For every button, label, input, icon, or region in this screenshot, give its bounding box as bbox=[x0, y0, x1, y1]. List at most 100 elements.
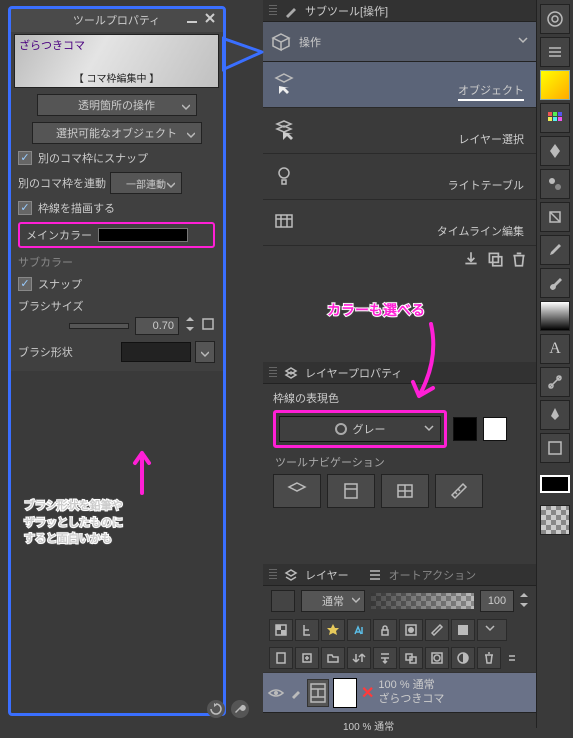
preset-preview[interactable]: ざらつきコマ 【 コマ枠編集中 】 bbox=[14, 34, 219, 88]
subtool-item-label: ライトテーブル bbox=[448, 177, 524, 193]
tool-color-slider[interactable] bbox=[540, 37, 570, 67]
tool-eyedropper[interactable] bbox=[540, 235, 570, 265]
brush-shape-dropdown[interactable] bbox=[195, 341, 215, 363]
tool-nav-frame[interactable] bbox=[327, 474, 375, 508]
stepper-icon[interactable] bbox=[520, 593, 528, 610]
foreground-color-swatch[interactable] bbox=[540, 475, 570, 493]
chevron-down-icon bbox=[167, 180, 175, 188]
tool-history[interactable] bbox=[540, 202, 570, 232]
ly-ic-more[interactable] bbox=[503, 647, 521, 669]
dropdown-label: 選択可能なオブジェクト bbox=[56, 125, 177, 141]
main-color-swatch[interactable] bbox=[98, 228, 188, 242]
ly-ic-clip[interactable] bbox=[295, 619, 319, 641]
annotation-brush-l3: すると面白いかも bbox=[24, 531, 123, 548]
link-frame-label: 別のコマ枠を連動 bbox=[18, 175, 106, 191]
subtool-item-label: レイヤー選択 bbox=[458, 131, 524, 147]
tool-nav-ruler[interactable] bbox=[435, 474, 483, 508]
tool-text[interactable]: A bbox=[540, 334, 570, 364]
tool-pen[interactable] bbox=[540, 400, 570, 430]
import-icon[interactable] bbox=[462, 250, 480, 268]
main-color-row: メインカラー bbox=[18, 222, 215, 248]
subtool-item-timeline[interactable]: タイムライン編集 bbox=[263, 200, 536, 246]
ly-ic-apply-mask[interactable] bbox=[451, 647, 475, 669]
tool-brush[interactable] bbox=[540, 268, 570, 298]
draw-border-checkbox[interactable] bbox=[18, 201, 32, 215]
ly-ic-color-drop[interactable] bbox=[477, 619, 507, 641]
expr-swatch-white[interactable] bbox=[483, 417, 507, 441]
expr-swatch-black[interactable] bbox=[453, 417, 477, 441]
ly-ic-mask[interactable] bbox=[399, 619, 423, 641]
opacity-slider[interactable] bbox=[371, 593, 474, 609]
tool-nav-divide[interactable] bbox=[381, 474, 429, 508]
brush-size-slider[interactable] bbox=[69, 323, 129, 329]
grip-icon bbox=[269, 569, 277, 581]
brush-size-value[interactable]: 0.70 bbox=[135, 317, 179, 335]
selectable-dropdown[interactable]: 選択可能なオブジェクト bbox=[32, 122, 202, 144]
ly-ic-mask-new[interactable] bbox=[425, 647, 449, 669]
stepper-icon[interactable] bbox=[185, 316, 195, 335]
ly-ic-new-folder[interactable] bbox=[295, 647, 319, 669]
tool-approx[interactable] bbox=[540, 169, 570, 199]
snap-label: スナップ bbox=[38, 276, 82, 292]
ly-ic-lock[interactable] bbox=[373, 619, 397, 641]
snap-frame-checkbox[interactable] bbox=[18, 151, 32, 165]
subtool-item-layer-select[interactable]: レイヤー選択 bbox=[263, 108, 536, 154]
visibility-icon[interactable] bbox=[267, 684, 285, 702]
layer-row[interactable]: 100 % 通常 bbox=[263, 712, 536, 738]
brush-shape-swatch[interactable] bbox=[121, 342, 191, 362]
layers-icon bbox=[283, 567, 299, 583]
ly-ic-merge[interactable] bbox=[373, 647, 397, 669]
link-icon[interactable] bbox=[201, 317, 215, 334]
palette-color-check[interactable] bbox=[271, 590, 295, 612]
draw-border-label: 枠線を描画する bbox=[38, 200, 115, 216]
transparent-swatch[interactable] bbox=[540, 505, 570, 535]
layer-property-tab[interactable]: レイヤープロパティ bbox=[263, 362, 536, 384]
subtool-group-header[interactable]: 操作 bbox=[263, 22, 536, 62]
chevron-down-icon bbox=[182, 102, 190, 110]
tool-color-set[interactable] bbox=[540, 103, 570, 133]
wrench-icon[interactable] bbox=[231, 700, 249, 718]
blend-mode-dropdown[interactable]: 通常 bbox=[301, 590, 365, 612]
auto-action-icon bbox=[367, 567, 383, 583]
tool-nav-object[interactable] bbox=[273, 474, 321, 508]
ly-ic-draft[interactable] bbox=[347, 619, 371, 641]
ly-ic-ruler-toggle[interactable] bbox=[425, 619, 449, 641]
snap-checkbox[interactable] bbox=[18, 277, 32, 291]
transparent-op-dropdown[interactable]: 透明箇所の操作 bbox=[37, 94, 197, 116]
reset-icon[interactable] bbox=[207, 700, 225, 718]
tool-swatches[interactable] bbox=[540, 70, 570, 100]
chevron-down-icon bbox=[187, 130, 195, 138]
subtool-item-object[interactable]: オブジェクト bbox=[263, 62, 536, 108]
close-icon[interactable] bbox=[203, 11, 217, 25]
subtool-tab[interactable]: サブツール[操作] bbox=[263, 0, 536, 22]
dropdown-label: 一部連動 bbox=[126, 176, 166, 191]
tool-property-header: ツールプロパティ bbox=[10, 8, 223, 32]
tool-ruler-shape[interactable] bbox=[540, 367, 570, 397]
ly-ic-combine[interactable] bbox=[399, 647, 423, 669]
ly-ic-new[interactable] bbox=[269, 647, 293, 669]
tool-color-wheel[interactable] bbox=[540, 4, 570, 34]
ly-ic-color[interactable] bbox=[451, 619, 475, 641]
layer-property-header-label: レイヤープロパティ bbox=[305, 365, 402, 381]
layer-row[interactable]: ✕ 100 % 通常 ざらつきコマ bbox=[263, 672, 536, 712]
ly-ic-trash[interactable] bbox=[477, 647, 501, 669]
layers-tab[interactable]: レイヤー オートアクション bbox=[263, 564, 536, 586]
ly-ic-checker[interactable] bbox=[269, 619, 293, 641]
mask-disabled-icon[interactable]: ✕ bbox=[361, 683, 374, 703]
trash-icon[interactable] bbox=[510, 250, 528, 268]
subtool-item-light-table[interactable]: ライトテーブル bbox=[263, 154, 536, 200]
tool-gradient[interactable] bbox=[540, 301, 570, 331]
link-frame-dropdown[interactable]: 一部連動 bbox=[110, 172, 182, 194]
grip-icon bbox=[269, 367, 277, 379]
chevron-down-icon bbox=[518, 35, 528, 48]
ly-ic-transfer[interactable] bbox=[347, 647, 371, 669]
tool-frame[interactable] bbox=[540, 433, 570, 463]
tool-intermediate[interactable] bbox=[540, 136, 570, 166]
expression-color-dropdown[interactable]: グレー bbox=[279, 416, 441, 442]
ly-ic-ref[interactable] bbox=[321, 619, 345, 641]
sub-color-label: サブカラー bbox=[18, 254, 215, 270]
opacity-value[interactable]: 100 bbox=[480, 590, 514, 612]
minimize-icon[interactable] bbox=[185, 11, 199, 25]
duplicate-icon[interactable] bbox=[486, 250, 504, 268]
ly-ic-folder[interactable] bbox=[321, 647, 345, 669]
